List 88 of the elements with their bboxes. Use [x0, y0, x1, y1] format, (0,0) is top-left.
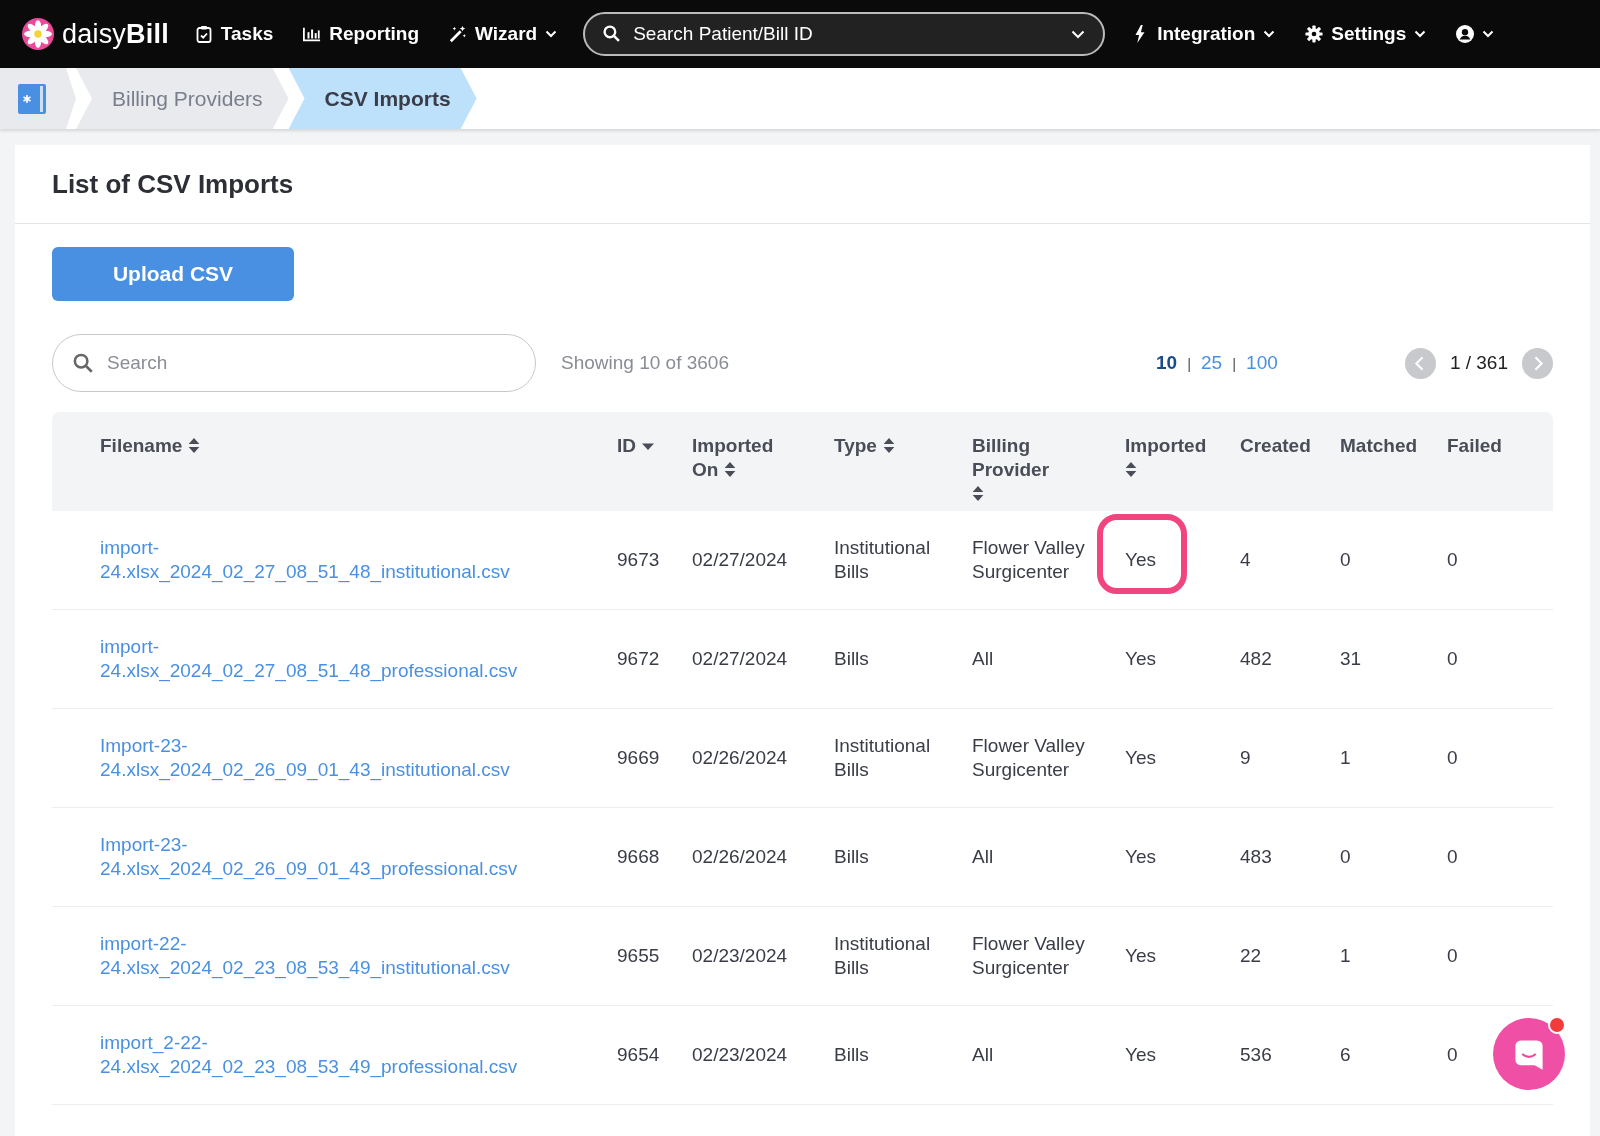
table-cell: 22: [1240, 944, 1262, 968]
table-cell: 02/27/2024: [692, 548, 788, 572]
previous-page-button[interactable]: [1404, 347, 1436, 379]
bar-chart-icon: [303, 25, 322, 43]
nav-menu-item[interactable]: Integration: [1131, 23, 1276, 45]
table-cell-text: Institutional Bills: [834, 932, 932, 980]
page-size-link[interactable]: 10: [1156, 352, 1178, 374]
table-cell: 9: [1240, 746, 1251, 770]
table-cell: 9654: [617, 1043, 660, 1067]
caret-icon: [1071, 30, 1086, 39]
table-cell: Yes: [1125, 845, 1156, 869]
next-page-button[interactable]: [1522, 347, 1553, 379]
column-header[interactable]: Billing Provider: [972, 434, 1066, 506]
table-cell: 02/26/2024: [692, 746, 788, 770]
table-cell: 31: [1340, 647, 1362, 671]
table-cell: 4: [1240, 548, 1251, 572]
table-cell-text: Institutional Bills: [834, 536, 932, 584]
table-cell: 482: [1240, 647, 1272, 671]
search-field[interactable]: Search Patient/Bill ID: [583, 12, 1106, 56]
magic-wand-icon: [449, 25, 468, 43]
table-cell: 0: [1340, 845, 1351, 869]
table-cell: Yes: [1125, 746, 1156, 770]
table-cell: 0: [1447, 845, 1458, 869]
document-icon: [18, 83, 46, 114]
column-header[interactable]: Failed: [1447, 434, 1541, 458]
page-title: List of CSV Imports: [15, 145, 1590, 224]
logo-text: daisyBill: [62, 18, 169, 50]
search-icon: [73, 353, 93, 373]
nav-menu-item[interactable]: [1456, 25, 1495, 43]
clipboard-icon: [194, 25, 213, 43]
table-cell: 0: [1340, 548, 1351, 572]
table-cell-text: Institutional Bills: [834, 734, 932, 782]
table-cell: 0: [1447, 944, 1458, 968]
table-cell: 02/26/2024: [692, 845, 788, 869]
table-cell: 9672: [617, 647, 660, 671]
table-cell: Bills: [834, 647, 869, 671]
search-field[interactable]: Search: [52, 334, 536, 392]
nav-menu-item[interactable]: Settings: [1305, 23, 1427, 45]
table-cell: 9669: [617, 746, 660, 770]
table-cell: 0: [1447, 746, 1458, 770]
table-cell: 1: [1340, 746, 1351, 770]
gear-icon: [1305, 25, 1324, 43]
result-count: Showing 10 of 3606: [561, 352, 730, 374]
search-icon: [603, 25, 621, 42]
table-cell: Yes: [1125, 548, 1156, 572]
nav-menu-item[interactable]: Wizard: [449, 23, 558, 45]
table-cell: All: [972, 1043, 994, 1067]
column-header[interactable]: Matched: [1340, 434, 1434, 458]
table-cell: Bills: [834, 1043, 869, 1067]
table-cell-text: Flower Valley Surgicenter: [972, 932, 1086, 980]
table-cell-text: Flower Valley Surgicenter: [972, 734, 1086, 782]
table-cell: 1: [1340, 944, 1351, 968]
column-header[interactable]: Created: [1240, 434, 1334, 458]
separator: |: [1187, 354, 1192, 372]
column-header[interactable]: ID: [617, 434, 692, 458]
table-cell: Yes: [1125, 647, 1156, 671]
column-header[interactable]: Imported On: [692, 434, 786, 482]
table-cell: Bills: [834, 845, 869, 869]
column-header[interactable]: Filename: [100, 434, 617, 458]
nav-menu-item[interactable]: Tasks: [194, 23, 274, 45]
home-crumb[interactable]: [0, 68, 76, 129]
table-cell: 02/23/2024: [692, 1043, 788, 1067]
table-cell: 483: [1240, 845, 1272, 869]
page-indicator: 1 / 361: [1449, 352, 1508, 374]
table-cell: Yes: [1125, 1043, 1156, 1067]
table-cell: 9668: [617, 845, 660, 869]
nav-menu-item[interactable]: Reporting: [303, 23, 420, 45]
breadcrumb-item[interactable]: CSV Imports: [288, 68, 477, 129]
table-cell: 0: [1447, 548, 1458, 572]
table-cell-text: Flower Valley Surgicenter: [972, 536, 1086, 584]
logo[interactable]: daisyBill: [22, 18, 169, 50]
table-cell: Yes: [1125, 944, 1156, 968]
table-cell: 02/27/2024: [692, 647, 788, 671]
column-header[interactable]: Imported: [1125, 434, 1219, 482]
separator: |: [1232, 354, 1237, 372]
table-cell: 0: [1447, 647, 1458, 671]
chat-icon: [1512, 1037, 1546, 1071]
user-avatar-icon: [1456, 25, 1475, 43]
column-header[interactable]: Type: [834, 434, 928, 458]
table-cell: 0: [1447, 1043, 1458, 1067]
table-cell: 536: [1240, 1043, 1272, 1067]
table-cell: 9655: [617, 944, 660, 968]
table-cell: All: [972, 845, 994, 869]
table-cell: 9673: [617, 548, 660, 572]
flower-icon: [22, 18, 54, 50]
table-cell: 02/23/2024: [692, 944, 788, 968]
table-cell: All: [972, 647, 994, 671]
table-cell: 6: [1340, 1043, 1351, 1067]
